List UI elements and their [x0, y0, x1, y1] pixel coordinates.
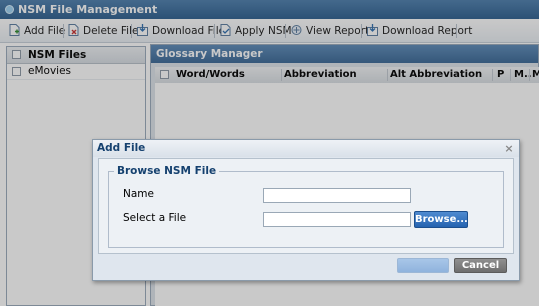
cancel-button[interactable]: Cancel [454, 258, 507, 273]
select-file-label: Select a File [123, 212, 187, 224]
dialog-body: Browse NSM File Name Select a File Brows… [98, 158, 514, 254]
dialog-title-bar: Add File × [93, 140, 519, 157]
browse-button[interactable]: Browse... [414, 211, 468, 228]
dialog-title: Add File [97, 142, 146, 154]
file-path-input[interactable] [263, 212, 411, 227]
upload-button-disabled [397, 258, 449, 273]
browse-nsm-fieldset: Browse NSM File Name Select a File Brows… [108, 164, 504, 248]
name-input[interactable] [263, 188, 411, 203]
add-file-dialog: Add File × Browse NSM File Name Select a… [92, 139, 520, 281]
close-icon[interactable]: × [504, 140, 514, 157]
fieldset-legend: Browse NSM File [114, 164, 220, 178]
name-label: Name [123, 188, 154, 200]
